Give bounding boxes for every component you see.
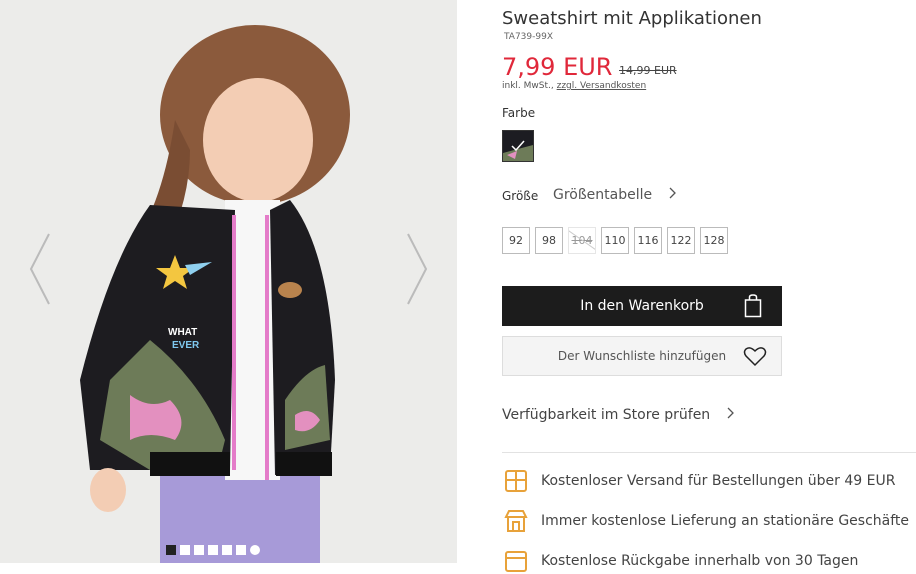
color-swatch[interactable] — [502, 130, 534, 162]
current-price: 7,99 EUR — [502, 53, 613, 81]
gallery-next-arrow[interactable] — [405, 232, 429, 306]
product-image-gallery[interactable]: WHAT EVER — [0, 0, 457, 563]
check-store-availability-link[interactable]: Verfügbarkeit im Store prüfen — [502, 407, 735, 423]
product-info-panel: Sweatshirt mit Applikationen TA739-99X 7… — [502, 0, 916, 572]
gallery-dot[interactable] — [208, 545, 218, 555]
gallery-dot[interactable] — [180, 545, 190, 555]
chevron-right-icon — [407, 233, 428, 305]
size-options: 92 98 104 110 116 122 128 — [502, 227, 728, 254]
color-label: Farbe — [502, 106, 536, 120]
product-sku: TA739-99X — [504, 32, 553, 42]
add-to-wishlist-button[interactable]: Der Wunschliste hinzufügen — [502, 336, 782, 376]
benefit-text: Kostenlose Rückgabe innerhalb von 30 Tag… — [541, 553, 859, 569]
wishlist-label: Der Wunschliste hinzufügen — [557, 349, 727, 363]
tax-text: inkl. MwSt., — [502, 81, 554, 91]
gallery-pagination — [166, 545, 260, 555]
size-guide-label: Größentabelle — [553, 187, 653, 203]
size-option[interactable]: 128 — [700, 227, 728, 254]
benefit-text: Kostenloser Versand für Bestellungen übe… — [541, 473, 896, 489]
store-availability-label: Verfügbarkeit im Store prüfen — [502, 407, 711, 423]
product-photo: WHAT EVER — [0, 0, 457, 563]
chevron-right-icon — [669, 187, 676, 199]
store-icon — [504, 510, 528, 532]
chevron-left-icon — [29, 233, 50, 305]
benefit-store-delivery: Immer kostenlose Lieferung an stationäre… — [502, 508, 909, 534]
product-title: Sweatshirt mit Applikationen — [502, 8, 762, 29]
swatch-thumbnail — [503, 131, 533, 161]
chevron-right-icon — [727, 407, 734, 419]
divider — [502, 452, 916, 453]
old-price: 14,99 EUR — [619, 64, 677, 77]
gallery-dot[interactable] — [222, 545, 232, 555]
benefit-free-shipping: Kostenloser Versand für Bestellungen übe… — [502, 468, 895, 494]
add-to-cart-label: In den Warenkorb — [580, 298, 704, 314]
gallery-dot[interactable] — [250, 545, 260, 555]
size-option[interactable]: 116 — [634, 227, 662, 254]
shopping-bag-icon — [744, 294, 762, 318]
size-option[interactable]: 122 — [667, 227, 695, 254]
size-option[interactable]: 92 — [502, 227, 530, 254]
tax-note: inkl. MwSt., zzgl. Versandkosten — [502, 81, 646, 91]
shipping-costs-link[interactable]: zzgl. Versandkosten — [557, 81, 647, 91]
gallery-dot[interactable] — [166, 545, 176, 555]
svg-text:WHAT: WHAT — [168, 327, 197, 338]
size-option[interactable]: 110 — [601, 227, 629, 254]
size-option-unavailable: 104 — [568, 227, 596, 254]
size-label: Größe — [502, 189, 539, 203]
svg-text:EVER: EVER — [172, 340, 200, 351]
add-to-cart-button[interactable]: In den Warenkorb — [502, 286, 782, 326]
gallery-prev-arrow[interactable] — [28, 232, 52, 306]
calendar-icon — [505, 551, 527, 572]
benefit-text: Immer kostenlose Lieferung an stationäre… — [541, 513, 910, 529]
benefit-free-returns: Kostenlose Rückgabe innerhalb von 30 Tag… — [502, 548, 858, 574]
heart-icon — [743, 347, 767, 367]
gallery-dot[interactable] — [236, 545, 246, 555]
box-icon — [505, 470, 527, 492]
size-guide-link[interactable]: Größentabelle — [553, 187, 677, 203]
size-option[interactable]: 98 — [535, 227, 563, 254]
gallery-dot[interactable] — [194, 545, 204, 555]
